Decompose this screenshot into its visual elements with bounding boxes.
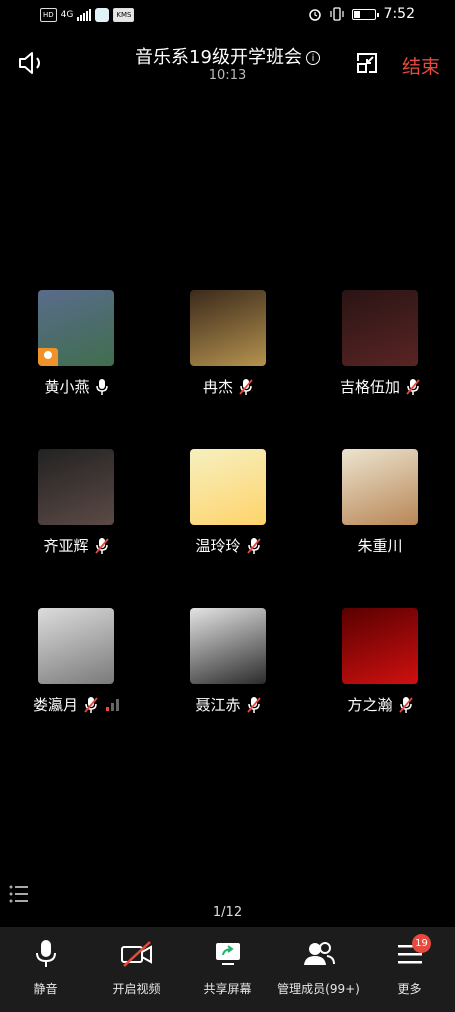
battery-icon	[351, 8, 379, 20]
participant-name-row: 聂江赤	[152, 694, 304, 715]
participant-name: 吉格伍加	[339, 378, 400, 396]
participant-name: 齐亚辉	[43, 537, 89, 555]
alarm-icon	[308, 9, 321, 21]
bottom-toolbar: 静音 开启视频 共享屏幕 管理成员(99+) 更多	[0, 927, 455, 1012]
meeting-title-text: 音乐系19级开学班会	[135, 47, 302, 68]
microphone-muted-icon	[398, 696, 413, 713]
status-bar: HD 4G KMS 7:52	[0, 0, 455, 34]
minimize-window-icon[interactable]	[355, 51, 379, 75]
participant-tile[interactable]: 齐亚辉	[0, 449, 152, 556]
avatar	[190, 290, 266, 366]
notification-badge: 19	[412, 934, 431, 953]
end-meeting-button[interactable]: 结束	[402, 52, 440, 79]
participant-tile[interactable]: 冉杰	[152, 290, 304, 397]
microphone-muted-icon	[246, 537, 261, 554]
participant-name: 方之瀚	[347, 696, 393, 714]
network-type: 4G	[60, 10, 74, 20]
avatar	[342, 290, 418, 366]
participant-tile[interactable]: 温玲玲	[152, 449, 304, 556]
avatar	[190, 449, 266, 525]
more-label: 更多	[397, 982, 422, 996]
participant-list-icon[interactable]	[8, 884, 30, 904]
hd-indicator: HD	[40, 8, 57, 22]
info-icon[interactable]: i	[305, 51, 320, 65]
participant-tile[interactable]: 方之瀚	[304, 608, 455, 715]
app-notification-icon	[95, 8, 110, 22]
page-indicator: 1/12	[212, 905, 243, 920]
participant-name: 冉杰	[202, 378, 233, 396]
kms-notification-icon: KMS	[113, 8, 135, 22]
mute-label: 静音	[33, 982, 58, 996]
video-off-icon	[120, 941, 152, 967]
more-button[interactable]: 更多	[364, 927, 455, 1012]
share-screen-label: 共享屏幕	[203, 982, 252, 996]
share-screen-button[interactable]: 共享屏幕	[182, 927, 273, 1012]
microphone-muted-icon	[84, 696, 98, 713]
microphone-icon	[35, 940, 56, 967]
participant-tile[interactable]: 朱重川	[304, 449, 455, 556]
avatar	[342, 449, 418, 525]
manage-members-label: 管理成员(99+)	[277, 982, 360, 996]
participant-name-row: 温玲玲	[152, 535, 304, 556]
avatar	[38, 449, 114, 525]
participant-name-row: 娄瀛月	[0, 694, 152, 715]
members-icon	[303, 942, 335, 965]
participant-name-row: 冉杰	[152, 376, 304, 397]
participant-tile[interactable]: 聂江赤	[152, 608, 304, 715]
participant-name-row: 方之瀚	[304, 694, 455, 715]
microphone-icon	[95, 378, 108, 395]
start-video-label: 开启视频	[112, 982, 161, 996]
participant-tile[interactable]: 黄小燕	[0, 290, 152, 397]
avatar	[38, 290, 114, 366]
participant-name: 聂江赤	[195, 696, 241, 714]
microphone-muted-icon	[406, 378, 420, 395]
microphone-muted-icon	[239, 378, 253, 395]
participant-tile[interactable]: 娄瀛月	[0, 608, 152, 715]
participant-tile[interactable]: 吉格伍加	[304, 290, 455, 397]
participant-name-row: 朱重川	[304, 535, 455, 556]
avatar	[190, 608, 266, 684]
participant-name: 黄小燕	[44, 378, 90, 396]
manage-members-button[interactable]: 管理成员(99+)	[273, 927, 364, 1012]
participant-name-row: 黄小燕	[0, 376, 152, 397]
participant-name: 朱重川	[357, 537, 403, 555]
avatar	[342, 608, 418, 684]
participant-name-row: 齐亚辉	[0, 535, 152, 556]
participant-name: 温玲玲	[195, 537, 241, 555]
clock-time: 7:52	[383, 6, 415, 22]
meeting-duration: 10:13	[208, 68, 247, 83]
microphone-muted-icon	[246, 696, 261, 713]
mute-button[interactable]: 静音	[0, 927, 91, 1012]
vibrate-icon	[329, 7, 344, 21]
signal-icon	[77, 9, 92, 21]
participant-name: 娄瀛月	[32, 696, 78, 714]
host-badge-icon	[38, 348, 58, 366]
start-video-button[interactable]: 开启视频	[91, 927, 182, 1012]
microphone-muted-icon	[94, 537, 109, 554]
meeting-title[interactable]: 音乐系19级开学班会 i	[0, 43, 455, 69]
participant-name-row: 吉格伍加	[304, 376, 455, 397]
share-screen-icon	[215, 943, 240, 965]
network-signal-icon	[106, 698, 119, 711]
avatar	[38, 608, 114, 684]
